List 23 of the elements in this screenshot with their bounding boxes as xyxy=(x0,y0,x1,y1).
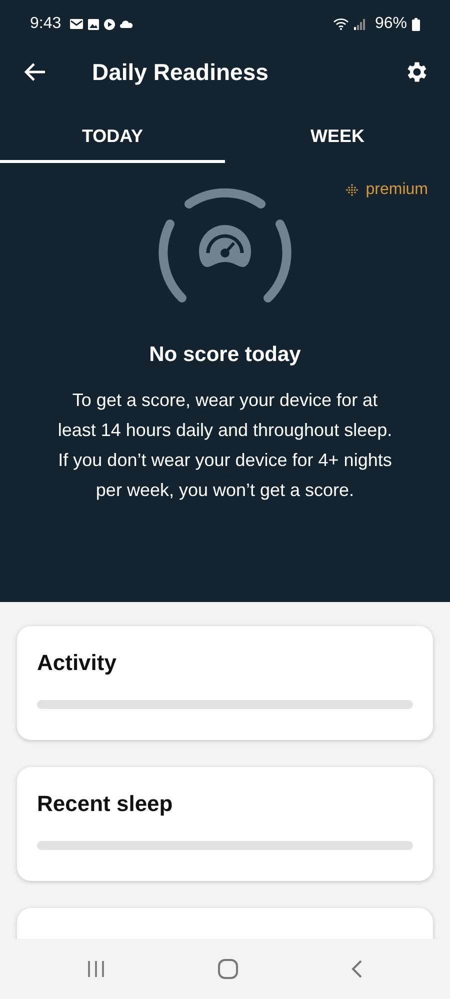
battery-level: 96% xyxy=(374,15,407,33)
signal-icon xyxy=(354,18,366,30)
play-circle-icon xyxy=(104,18,116,30)
image-icon xyxy=(88,18,100,30)
card-title: Recent sleep xyxy=(37,791,174,817)
battery-icon xyxy=(412,18,420,30)
no-score-title: No score today xyxy=(149,343,301,367)
premium-label: premium xyxy=(366,181,428,199)
cloud-icon xyxy=(120,20,134,28)
dots-logo-icon xyxy=(346,184,358,196)
metric-card[interactable]: Activity xyxy=(17,626,433,740)
recent-apps-icon[interactable] xyxy=(86,960,106,978)
metric-card[interactable]: Recent sleep xyxy=(17,767,433,881)
tab[interactable]: TODAY xyxy=(0,114,225,163)
score-message: To get a score, wear your device for at least 14 hours daily and throughout sleep. If you don’t wear your device for 4+ nights per week, you won’t get a score. xyxy=(56,389,394,502)
wifi-icon xyxy=(332,18,349,30)
status-time: 9:43 xyxy=(30,15,62,33)
home-icon[interactable] xyxy=(216,958,239,980)
page-title: Daily Readiness xyxy=(92,58,270,86)
card-title: Activity xyxy=(37,650,118,676)
mail-icon xyxy=(70,19,84,29)
back-icon[interactable] xyxy=(350,959,364,979)
tab[interactable]: WEEK xyxy=(225,114,450,163)
